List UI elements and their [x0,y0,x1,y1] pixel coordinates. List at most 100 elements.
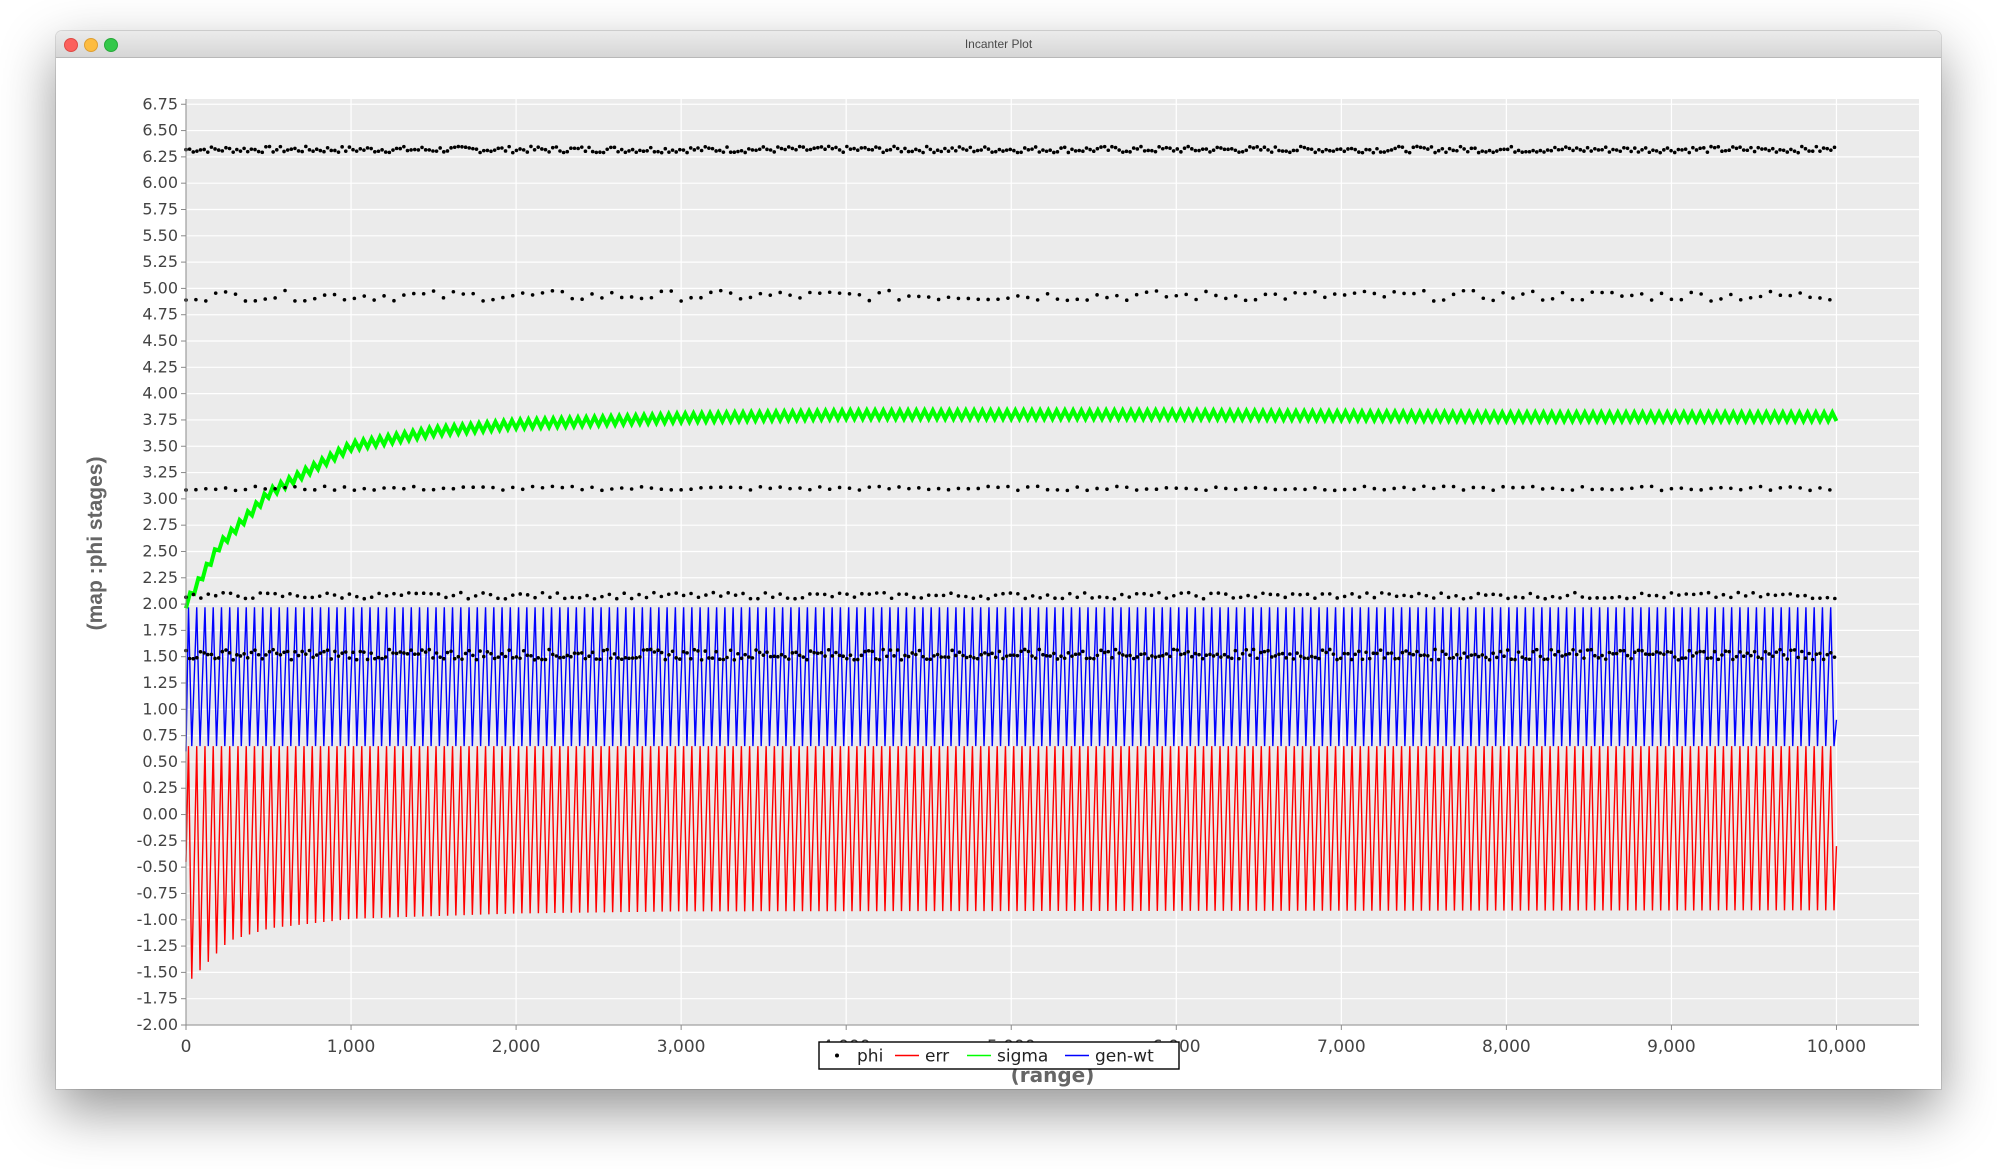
phi-point [1238,595,1243,600]
phi-point [1620,487,1624,491]
phi-point [822,592,827,597]
phi-point [1778,293,1783,298]
phi-point [881,647,885,652]
phi-point [384,594,389,598]
phi-point [1495,655,1499,660]
phi-point [496,146,501,151]
phi-point [888,648,893,652]
phi-point [1280,651,1285,656]
phi-point [1789,147,1793,152]
phi-point [507,648,511,653]
phi-point [362,148,366,152]
phi-point [481,299,485,303]
phi-point [267,144,272,149]
phi-point [725,145,729,149]
phi-point [1291,148,1296,153]
phi-point [293,484,297,489]
phi-point [910,149,915,154]
phi-point [801,145,806,149]
phi-point [1424,593,1429,598]
phi-point [1760,656,1764,661]
phi-point [928,657,933,662]
phi-point [717,657,722,662]
phi-point [622,591,626,596]
phi-point [598,657,602,662]
phi-point [293,649,297,654]
phi-point [451,289,456,294]
phi-point [471,291,475,296]
phi-point [1099,648,1103,653]
phi-point [278,653,283,657]
phi-point [369,595,374,599]
phi-point [1582,149,1586,153]
phi-point [852,146,856,151]
phi-point [1527,149,1532,154]
phi-point [445,650,450,655]
phi-point [466,596,471,601]
phi-point [195,655,199,660]
phi-point [358,649,363,654]
phi-point [1168,654,1172,659]
phi-point [416,652,421,656]
phi-point [503,654,508,659]
y-tick-label: 6.00 [142,173,178,192]
phi-point [926,487,931,492]
phi-point [507,144,511,149]
phi-point [808,290,812,295]
phi-point [307,648,312,653]
y-tick-label: 4.50 [142,331,178,350]
phi-point [1157,590,1161,595]
phi-point [649,486,654,490]
phi-point [1184,292,1188,297]
phi-point [1222,147,1227,152]
phi-point [347,592,352,596]
phi-point [1789,648,1793,653]
phi-point [1491,651,1495,656]
phi-point [216,656,221,660]
phi-point [895,648,900,652]
phi-point [1451,484,1456,489]
phi-point [1669,297,1674,302]
phi-point [1699,292,1703,296]
phi-point [1273,654,1278,658]
phi-point [1041,652,1045,657]
phi-point [757,147,762,152]
phi-point [1350,592,1354,596]
phi-point [939,655,944,659]
phi-point [1699,591,1703,596]
phi-point [233,488,238,493]
phi-point [510,485,515,490]
phi-point [1062,656,1067,661]
phi-point [1006,484,1010,489]
phi-point [1150,148,1154,153]
x-tick-label: 0 [181,1037,192,1057]
phi-point [681,148,686,152]
phi-point [961,147,965,151]
phi-point [826,144,831,149]
phi-point [899,658,904,662]
phi-point [1590,487,1595,492]
phi-point [1465,655,1470,659]
phi-point [273,296,277,300]
phi-point [1349,657,1354,662]
phi-point [1574,146,1579,150]
phi-point [1402,291,1406,296]
phi-point [765,650,769,654]
x-tick-label: 1,000 [327,1037,376,1057]
phi-point [1248,145,1252,149]
phi-point [1055,488,1060,492]
phi-point [402,144,406,149]
phi-point [373,656,377,661]
phi-point [438,146,442,150]
phi-point [402,486,406,491]
phi-point [847,486,852,490]
phi-point [808,487,812,492]
phi-point [1052,651,1056,656]
phi-point [288,592,292,596]
phi-point [1418,145,1423,150]
phi-point [1134,292,1139,297]
phi-point [1240,651,1245,656]
phi-point [1716,657,1721,662]
phi-point [1723,649,1728,653]
phi-point [881,150,885,155]
